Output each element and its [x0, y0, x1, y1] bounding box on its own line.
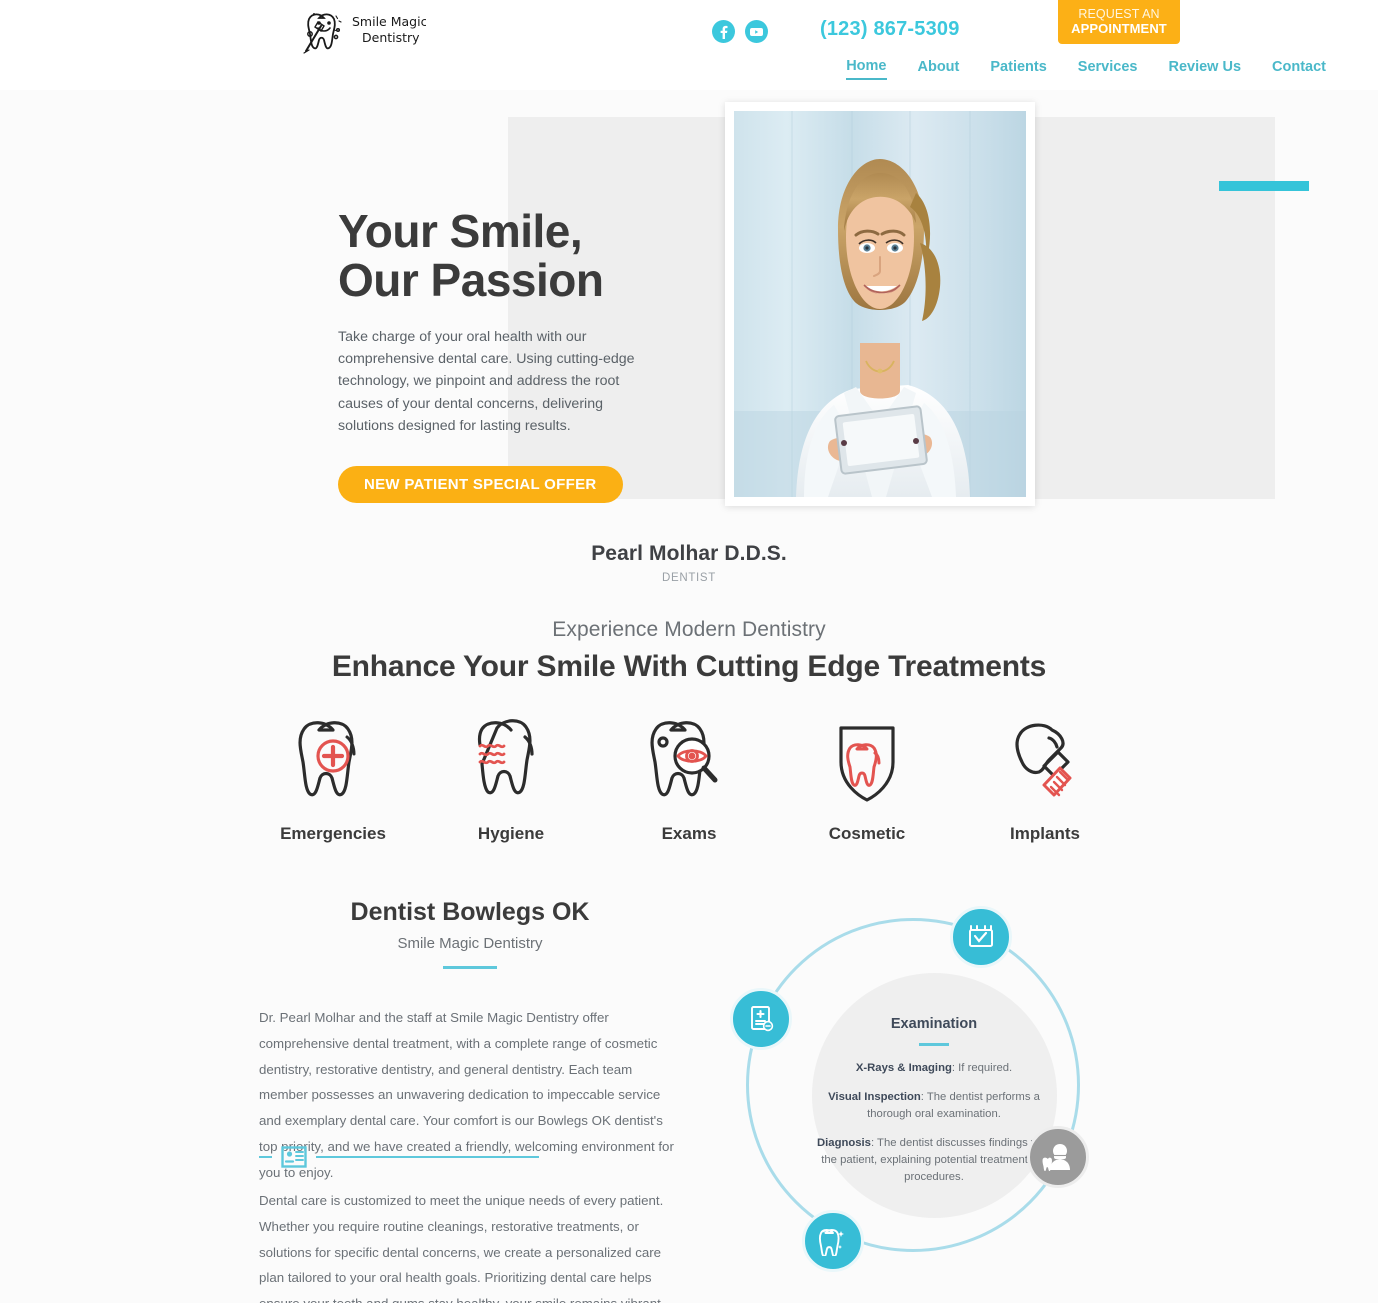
doctor-name: Pearl Molhar D.D.S.	[591, 542, 787, 565]
site-header: Smile Magic Dentistry (123) 867-5309 REQ…	[0, 0, 1378, 90]
dentist-person-icon[interactable]	[1027, 1126, 1089, 1188]
hero-title-line2: Our Passion	[338, 253, 604, 306]
diagram-line-xrays: X-Rays & Imaging: If required.	[808, 1060, 1060, 1077]
diagram-line-xrays-label: X-Rays & Imaging	[855, 1061, 952, 1074]
nav-item-about[interactable]: About	[918, 59, 960, 79]
facebook-icon[interactable]	[712, 20, 735, 43]
appointment-line2: APPOINTMENT	[1071, 20, 1167, 36]
youtube-icon[interactable]	[745, 20, 768, 43]
hero-accent-bar	[1219, 181, 1309, 191]
hero-section: Your Smile, Our Passion Take charge of y…	[0, 90, 1378, 600]
nav-item-contact[interactable]: Contact	[1272, 59, 1326, 79]
nav-item-services[interactable]: Services	[1078, 59, 1138, 79]
service-label-exams: Exams	[661, 824, 717, 843]
service-label-emergencies: Emergencies	[280, 824, 386, 843]
service-item-emergencies[interactable]: Emergencies	[278, 716, 388, 844]
diagram-line-diagnosis-label: Diagnosis	[816, 1136, 871, 1149]
tooth-clean-waves-icon	[469, 716, 553, 808]
services-eyebrow: Experience Modern Dentistry	[552, 618, 826, 641]
page-root: Smile Magic Dentistry (123) 867-5309 REQ…	[0, 0, 1378, 1303]
medical-record-icon[interactable]	[730, 988, 792, 1050]
sparkling-tooth-icon[interactable]	[802, 1210, 864, 1272]
treatment-process-diagram: Examination X-Rays & Imaging: If require…	[722, 898, 1102, 1298]
request-appointment-button[interactable]: REQUEST AN APPOINTMENT	[1058, 0, 1180, 44]
dentist-photo	[734, 111, 1026, 497]
calendar-check-icon[interactable]	[950, 906, 1012, 968]
diagram-line-visual-inspection: Visual Inspection: The dentist performs …	[808, 1089, 1060, 1123]
services-section: Experience Modern Dentistry Enhance Your…	[0, 618, 1378, 844]
doctor-role: DENTIST	[661, 572, 717, 584]
service-item-cosmetic[interactable]: Cosmetic	[812, 716, 922, 844]
diagram-panel-divider	[919, 1043, 949, 1046]
appointment-line1: REQUEST AN	[1078, 7, 1160, 22]
id-card-icon	[281, 1144, 307, 1170]
hero-title: Your Smile, Our Passion	[338, 207, 658, 305]
new-patient-special-offer-button[interactable]: NEW PATIENT SPECIAL OFFER	[338, 465, 623, 503]
about-paragraph-2: Dental care is customized to meet the un…	[259, 1193, 665, 1303]
divider-dash	[259, 1156, 272, 1158]
shield-tooth-icon	[825, 716, 909, 808]
services-title: Enhance Your Smile With Cutting Edge Tre…	[331, 650, 1047, 683]
service-item-exams[interactable]: Exams	[634, 716, 744, 844]
service-item-hygiene[interactable]: Hygiene	[456, 716, 566, 844]
tooth-implant-screw-icon	[1000, 716, 1090, 808]
about-subtitle: Smile Magic Dentistry	[397, 935, 543, 952]
diagram-panel-title: Examination	[890, 1016, 978, 1032]
service-label-hygiene: Hygiene	[477, 824, 545, 843]
nav-item-home[interactable]: Home	[846, 58, 887, 80]
hero-title-line1: Your Smile,	[338, 205, 583, 257]
hero-copy: Your Smile, Our Passion Take charge of y…	[338, 207, 658, 503]
about-section-divider	[259, 1144, 539, 1170]
diagram-line-visual-inspection-label: Visual Inspection	[828, 1090, 921, 1103]
services-list: Emergencies Hygiene Exams Cosmetic Impla…	[0, 716, 1378, 844]
logo-text-line2: Dentistry	[362, 30, 420, 45]
main-navigation: Home About Patients Services Review Us C…	[846, 58, 1326, 80]
hero-paragraph: Take charge of your oral health with our…	[338, 328, 635, 435]
site-logo[interactable]: Smile Magic Dentistry	[296, 4, 426, 60]
logo-text-line1: Smile Magic	[352, 14, 426, 29]
nav-item-review-us[interactable]: Review Us	[1168, 59, 1241, 79]
phone-number[interactable]: (123) 867-5309	[820, 18, 960, 41]
service-item-implants[interactable]: Implants	[990, 716, 1100, 844]
diagram-panel-content: Examination X-Rays & Imaging: If require…	[808, 1016, 1060, 1198]
social-links	[712, 20, 768, 43]
about-section: Dentist Bowlegs OK Smile Magic Dentistry…	[0, 888, 1378, 1303]
about-divider	[443, 966, 497, 969]
divider-line	[316, 1156, 539, 1158]
service-label-implants: Implants	[1010, 824, 1080, 843]
diagram-line-diagnosis: Diagnosis: The dentist discusses finding…	[808, 1135, 1060, 1186]
nav-item-patients[interactable]: Patients	[990, 59, 1046, 79]
tooth-medical-cross-icon	[291, 716, 375, 808]
about-title: Dentist Bowlegs OK	[350, 898, 590, 926]
diagram-line-xrays-text: : If required.	[951, 1061, 1013, 1074]
service-label-cosmetic: Cosmetic	[828, 824, 906, 843]
about-heading-group: Dentist Bowlegs OK Smile Magic Dentistry	[258, 898, 682, 969]
hero-photo-frame	[725, 102, 1035, 506]
tooth-magnifier-eye-icon	[645, 716, 733, 808]
